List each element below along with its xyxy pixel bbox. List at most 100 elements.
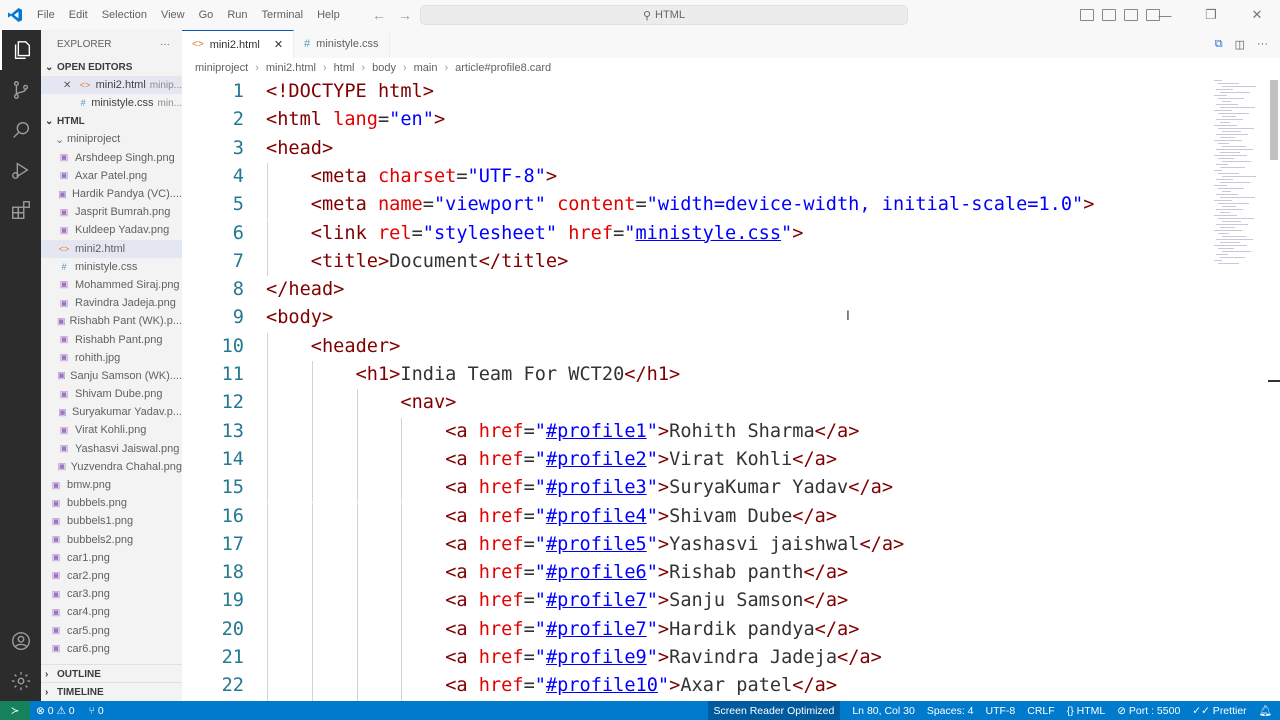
ports-indicator[interactable]: ⑂ 0	[89, 705, 104, 717]
code-line[interactable]: 20 <a href="#profile7">Hardik pandya</a>	[182, 615, 1210, 644]
toggle-primary-sidebar-icon[interactable]	[1080, 9, 1094, 21]
close-editor-icon[interactable]: ✕	[63, 80, 78, 91]
menu-item-file[interactable]: File	[30, 0, 62, 30]
menu-item-view[interactable]: View	[154, 0, 192, 30]
breadcrumb-item[interactable]: miniproject	[195, 62, 248, 74]
code-line[interactable]: 3 <head>	[182, 135, 1210, 163]
open-editor-item[interactable]: # ministyle.css min...	[41, 94, 182, 112]
file-item[interactable]: ▣ Virat Kohli.png	[41, 421, 182, 439]
code-line[interactable]: 8 </head>	[182, 276, 1210, 304]
code-line[interactable]: 11 <h1>India Team For WCT20</h1>	[182, 361, 1210, 390]
code-editor[interactable]: 1 <!DOCTYPE html> 2 <html lang="en"> 3 <head>…	[182, 78, 1210, 701]
code-line[interactable]: 19 <a href="#profile7">Sanju Samson</a>	[182, 587, 1210, 616]
file-item[interactable]: ▣ Shivam Dube.png	[41, 385, 182, 403]
code-line[interactable]: 17 <a href="#profile5">Yashasvi jaishwal<…	[182, 530, 1210, 560]
file-item[interactable]: ▣ Hardik Pandya (VC)....	[41, 185, 182, 203]
account-icon[interactable]	[0, 621, 41, 661]
code-line[interactable]: 5 <meta name="viewport" content="width=de…	[182, 191, 1210, 220]
file-item[interactable]: ▣ Axar Patel.png	[41, 167, 182, 185]
source-control-icon[interactable]	[0, 70, 41, 110]
file-item[interactable]: ▣ Rishabh Pant (WK).p...	[41, 312, 182, 330]
editor-scrollbar[interactable]	[1268, 78, 1280, 701]
menu-item-terminal[interactable]: Terminal	[255, 0, 311, 30]
code-line[interactable]: 22 <a href="#profile10">Axar patel</a>	[182, 672, 1210, 701]
code-line[interactable]: 10 <header>	[182, 332, 1210, 361]
file-item[interactable]: ▣ bubbels2.png	[41, 531, 182, 549]
file-item[interactable]: ▣ Mohammed Siraj.png	[41, 276, 182, 294]
live-server-port[interactable]: ⊘ Port : 5500	[1117, 705, 1180, 717]
run-debug-icon[interactable]	[0, 150, 41, 190]
code-line[interactable]: 12 <nav>	[182, 389, 1210, 418]
minimap[interactable]	[1210, 78, 1268, 701]
search-sidebar-icon[interactable]	[0, 110, 41, 150]
cursor-position[interactable]: Ln 80, Col 30	[852, 705, 914, 717]
split-editor-icon[interactable]: ◫	[1235, 38, 1245, 51]
language-mode[interactable]: {} HTML	[1067, 705, 1106, 717]
breadcrumb-item[interactable]: mini2.html	[266, 62, 316, 74]
file-item[interactable]: ▣ Yashasvi Jaiswal.png	[41, 440, 182, 458]
file-item[interactable]: ▣ car5.png	[41, 621, 182, 639]
forward-arrow-icon[interactable]: →	[398, 7, 412, 23]
breadcrumb-item[interactable]: body	[372, 62, 396, 74]
notifications-bell-icon[interactable]: 🔔︎	[1259, 704, 1272, 717]
remote-window-icon[interactable]: ≻	[0, 701, 30, 720]
scrollbar-thumb[interactable]	[1270, 80, 1278, 160]
code-line[interactable]: 7 <title>Document</title>	[182, 247, 1210, 277]
file-item[interactable]: ▣ rohith.jpg	[41, 349, 182, 367]
file-item[interactable]: ▣ bubbels1.png	[41, 512, 182, 530]
code-line[interactable]: 1 <!DOCTYPE html>	[182, 78, 1210, 106]
file-item[interactable]: ▣ car2.png	[41, 567, 182, 585]
file-item[interactable]: ▣ Jasprit Bumrah.png	[41, 203, 182, 221]
prettier-status[interactable]: ✓✓ Prettier	[1192, 705, 1246, 717]
encoding[interactable]: UTF-8	[986, 705, 1016, 717]
code-line[interactable]: 18 <a href="#profile6">Rishab panth</a>	[182, 559, 1210, 588]
code-line[interactable]: 2 <html lang="en">	[182, 106, 1210, 134]
file-item[interactable]: ▣ bubbels.png	[41, 494, 182, 512]
code-line[interactable]: 16 <a href="#profile4">Shivam Dube</a>	[182, 502, 1210, 531]
end-of-line[interactable]: CRLF	[1027, 705, 1054, 717]
folder-html-section[interactable]: ⌄ HTML	[41, 112, 182, 130]
open-preview-icon[interactable]: ⧉	[1215, 38, 1223, 51]
minimize-icon[interactable]: —	[1142, 8, 1188, 23]
code-line[interactable]: 15 <a href="#profile3">SuryaKumar Yadav</…	[182, 474, 1210, 503]
screen-reader-mode[interactable]: Screen Reader Optimized	[707, 701, 841, 720]
file-item[interactable]: ▣ Arshdeep Singh.png	[41, 149, 182, 167]
menu-item-edit[interactable]: Edit	[62, 0, 95, 30]
timeline-section[interactable]: › TIMELINE	[41, 682, 182, 701]
code-line[interactable]: 13 <a href="#profile1">Rohith Sharma</a>	[182, 417, 1210, 446]
toggle-panel-icon[interactable]	[1102, 9, 1116, 21]
close-window-icon[interactable]: ✕	[1234, 7, 1280, 23]
open-editors-section[interactable]: ⌄ OPEN EDITORS	[41, 58, 182, 76]
file-item[interactable]: ▣ car3.png	[41, 585, 182, 603]
menu-item-selection[interactable]: Selection	[95, 0, 154, 30]
more-actions-icon[interactable]: ···	[1257, 38, 1268, 50]
breadcrumb-item[interactable]: html	[334, 62, 355, 74]
code-line[interactable]: 14 <a href="#profile2">Virat Kohli</a>	[182, 445, 1210, 475]
file-item[interactable]: ▣ Suryakumar Yadav.p...	[41, 403, 182, 421]
file-item[interactable]: # ministyle.css	[41, 258, 182, 276]
code-line[interactable]: 4 <meta charset="UTF-8">	[182, 162, 1210, 192]
menu-item-go[interactable]: Go	[192, 0, 221, 30]
toggle-secondary-sidebar-icon[interactable]	[1124, 9, 1138, 21]
breadcrumb-item[interactable]: article#profile8.card	[455, 62, 551, 74]
problems-indicator[interactable]: ⊗ 0 ⚠ 0	[36, 705, 75, 717]
more-actions-icon[interactable]: ···	[160, 39, 170, 50]
code-line[interactable]: 6 <link rel="stylesheet" href="ministyle.…	[182, 219, 1210, 248]
code-line[interactable]: 9 <body>	[182, 304, 1210, 332]
file-item[interactable]: ▣ Rishabh Pant.png	[41, 330, 182, 348]
menu-item-help[interactable]: Help	[310, 0, 347, 30]
file-item[interactable]: ▣ car1.png	[41, 549, 182, 567]
extensions-icon[interactable]	[0, 190, 41, 230]
code-line[interactable]: 21 <a href="#profile9">Ravindra Jadeja</a…	[182, 644, 1210, 673]
file-item[interactable]: ▣ car4.png	[41, 603, 182, 621]
restore-icon[interactable]: ❐	[1188, 7, 1234, 23]
close-tab-icon[interactable]: ✕	[274, 38, 283, 51]
file-item[interactable]: ▣ bmw.png	[41, 476, 182, 494]
file-item[interactable]: <> mini2.html	[41, 239, 182, 258]
menu-item-run[interactable]: Run	[220, 0, 254, 30]
file-item[interactable]: ▣ Ravindra Jadeja.png	[41, 294, 182, 312]
command-center-search[interactable]: ⚲ HTML	[420, 5, 908, 25]
open-editor-item[interactable]: ✕ <> mini2.html minip...	[41, 76, 182, 95]
indentation[interactable]: Spaces: 4	[927, 705, 974, 717]
outline-section[interactable]: › OUTLINE	[41, 664, 182, 683]
